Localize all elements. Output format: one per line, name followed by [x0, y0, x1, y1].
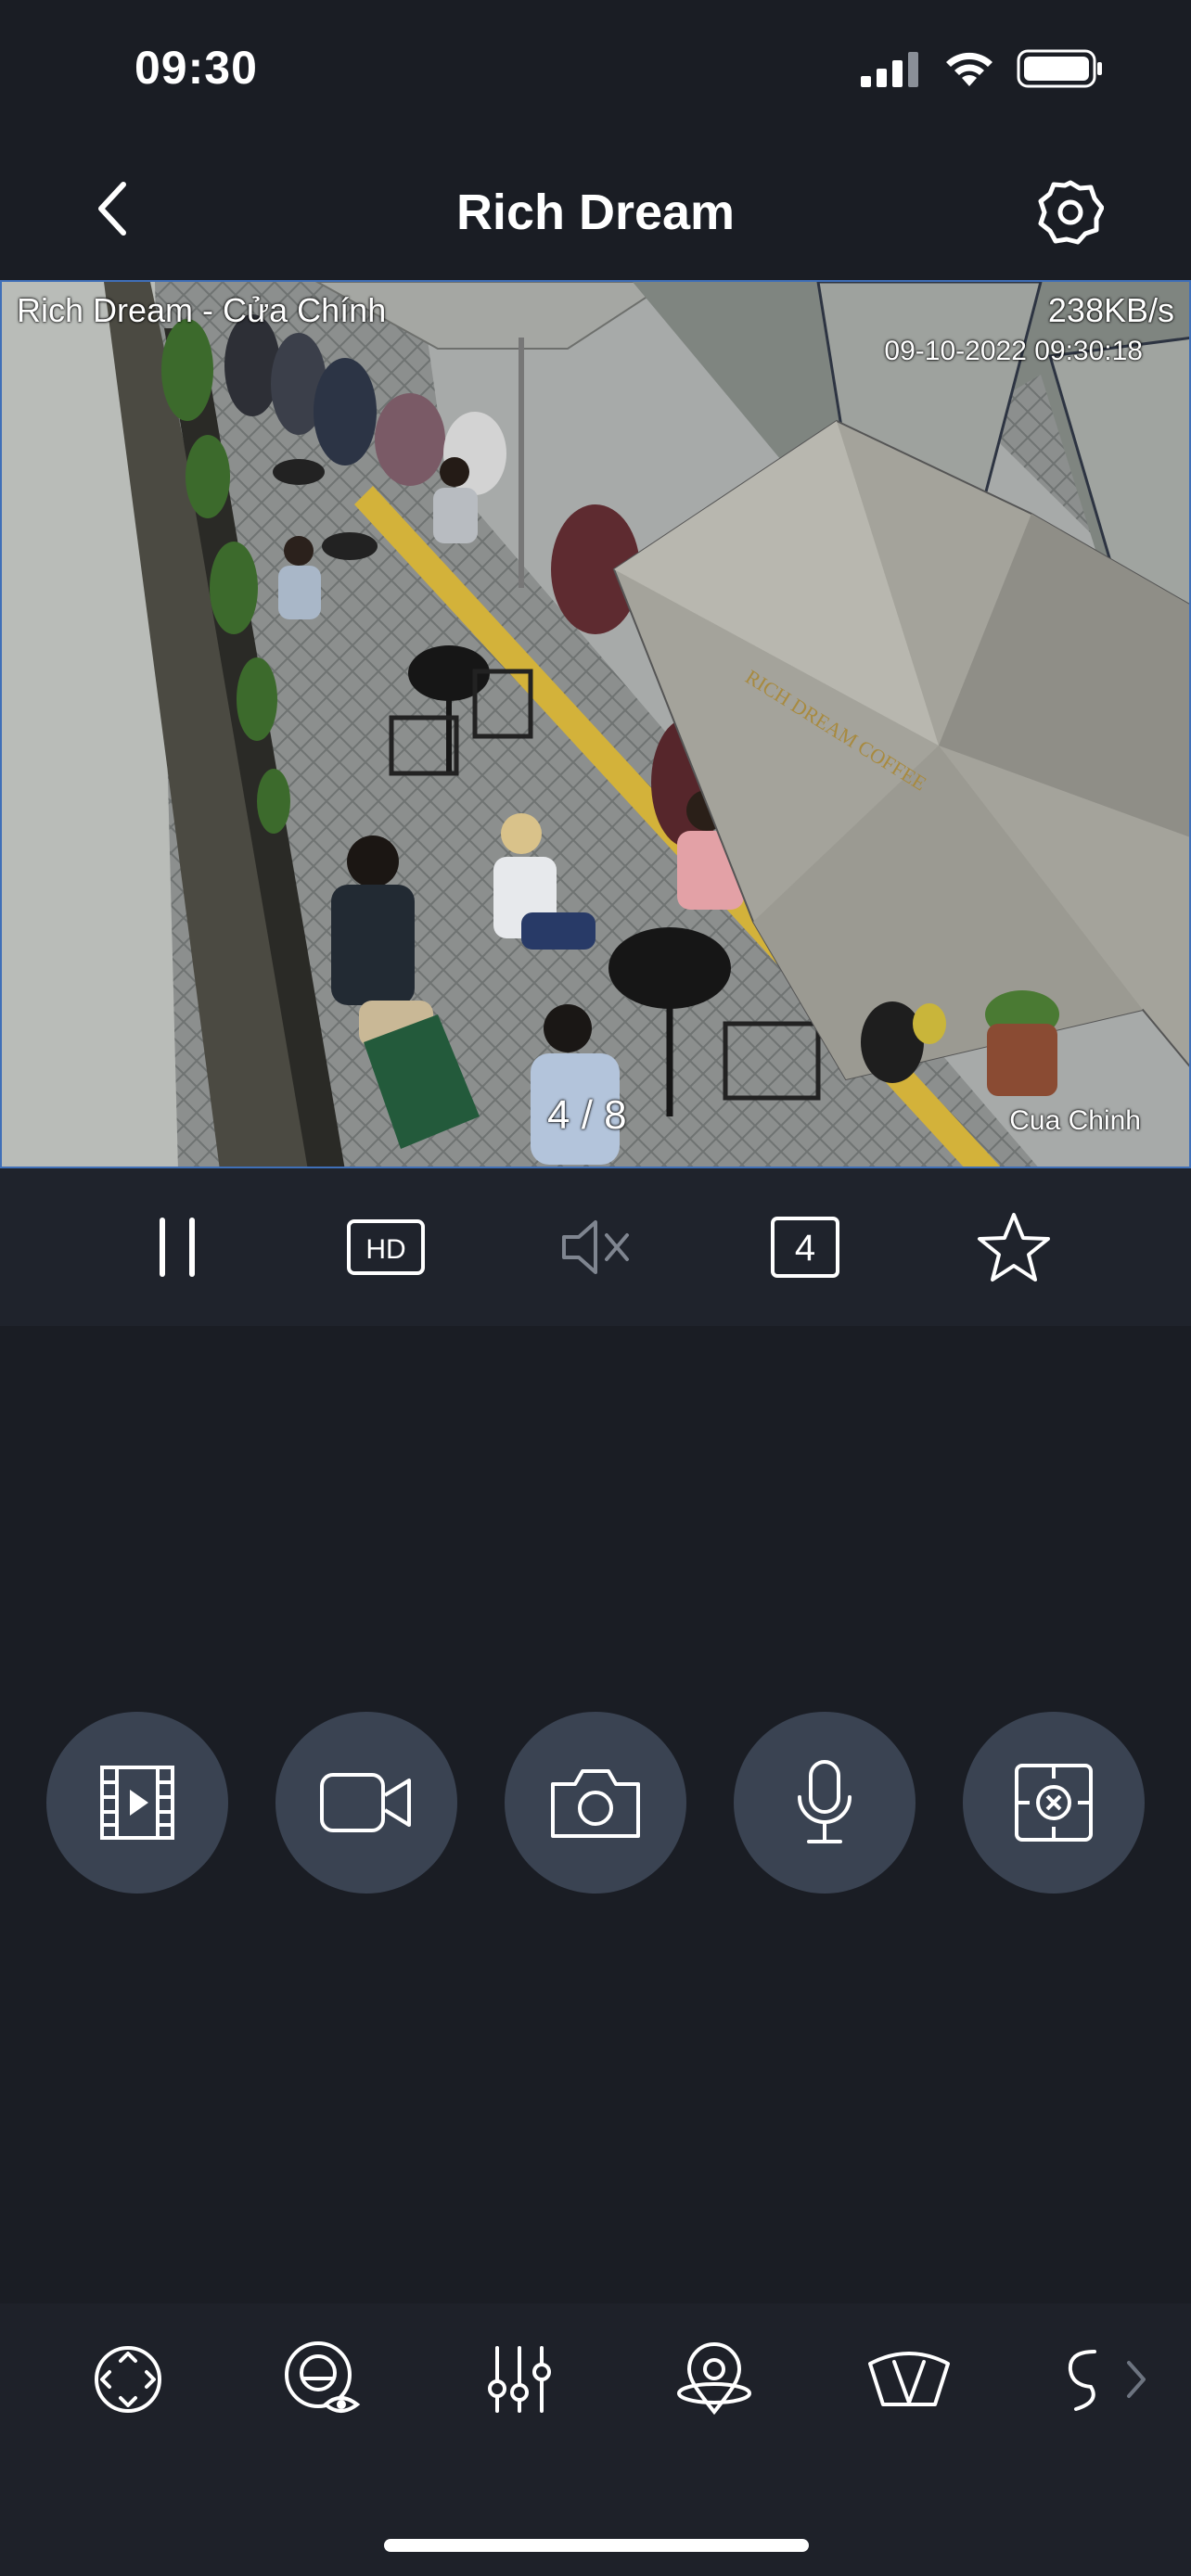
page-title: Rich Dream	[455, 185, 736, 240]
camera-video-feed[interactable]: RICH DREAM COFFEE Rich Dream - Cửa Chính…	[0, 280, 1191, 1168]
adjust-sliders-icon	[488, 2346, 551, 2413]
pause-button[interactable]	[122, 1192, 233, 1303]
split-screen-button[interactable]: 4	[749, 1192, 861, 1303]
mute-icon	[561, 1220, 629, 1274]
image-adjust-button[interactable]	[473, 2333, 566, 2426]
video-control-bar: HD 4	[0, 1168, 1191, 1326]
camera-scene: RICH DREAM COFFEE	[2, 282, 1189, 1167]
chevron-right-icon	[1127, 2361, 1146, 2398]
wifi-icon	[946, 52, 992, 86]
wiper-button[interactable]	[863, 2333, 955, 2426]
gear-icon	[1038, 180, 1104, 245]
battery-icon	[1017, 49, 1102, 88]
more-icon	[1068, 2350, 1096, 2411]
split-4-icon: 4	[770, 1217, 839, 1278]
action-buttons	[0, 1712, 1191, 1894]
bitrate-label: 238KB/s	[1047, 291, 1174, 329]
potted-plant	[985, 990, 1059, 1096]
playback-button[interactable]	[46, 1712, 228, 1894]
star-icon	[978, 1213, 1051, 1282]
timestamp-label: 09-10-2022 09:30:18	[884, 336, 1143, 366]
camera-corner-label: Cua Chinh	[1009, 1105, 1141, 1136]
hd-label: HD	[366, 1234, 406, 1265]
scroll-right-button[interactable]	[1113, 2333, 1159, 2426]
favorite-button[interactable]	[958, 1192, 1069, 1303]
privacy-eye-icon	[285, 2341, 361, 2413]
bottom-toolbar	[0, 2303, 1191, 2576]
microphone-icon	[798, 1760, 852, 1843]
page-indicator: 4 / 8	[547, 1092, 627, 1138]
mute-button[interactable]	[540, 1192, 651, 1303]
preset-location-button[interactable]	[668, 2333, 761, 2426]
settings-button[interactable]	[1033, 174, 1108, 249]
ptz-icon	[95, 2346, 161, 2413]
close-feed-icon	[1015, 1764, 1093, 1842]
snapshot-icon	[551, 1769, 640, 1838]
wiper-icon	[868, 2352, 950, 2406]
home-indicator[interactable]	[384, 2539, 809, 2552]
snapshot-button[interactable]	[505, 1712, 686, 1894]
split-count: 4	[794, 1228, 814, 1269]
close-feed-button[interactable]	[963, 1712, 1145, 1894]
hd-quality-button[interactable]: HD	[330, 1192, 442, 1303]
playback-icon	[100, 1766, 174, 1840]
status-icons	[859, 48, 1104, 89]
ptz-button[interactable]	[82, 2333, 174, 2426]
microphone-button[interactable]	[734, 1712, 916, 1894]
record-video-icon	[320, 1773, 411, 1832]
nav-bar: Rich Dream	[0, 139, 1191, 278]
status-time: 09:30	[134, 42, 258, 94]
record-video-button[interactable]	[275, 1712, 457, 1894]
status-bar: 09:30	[0, 0, 1191, 139]
preset-location-icon	[677, 2342, 751, 2416]
hd-icon: HD	[347, 1219, 426, 1275]
cellular-signal-icon	[861, 52, 918, 87]
privacy-mode-button[interactable]	[276, 2333, 369, 2426]
channel-label: Rich Dream - Cửa Chính	[17, 291, 387, 329]
pause-icon	[159, 1218, 195, 1277]
more-tool-button[interactable]	[1054, 2333, 1109, 2426]
